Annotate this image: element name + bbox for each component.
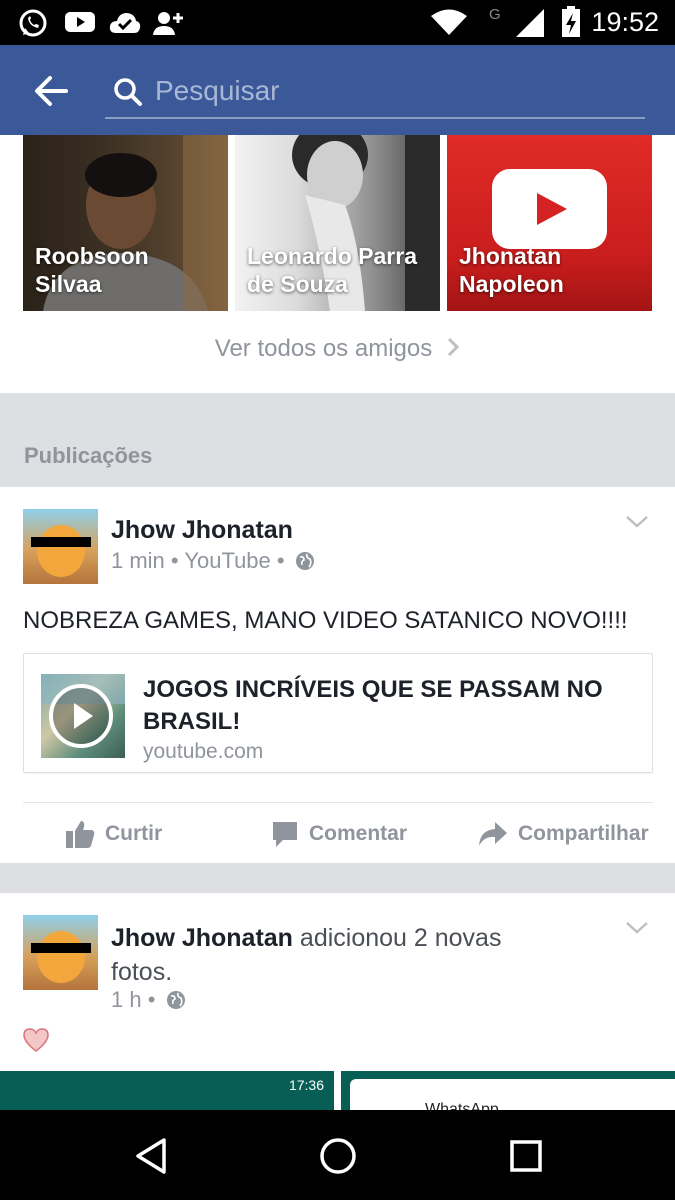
navigation-bar (0, 1110, 675, 1200)
photo-dialog: WhatsApp (350, 1079, 675, 1110)
friend-tile[interactable]: Jhonatan Napoleon (447, 135, 652, 311)
like-button[interactable]: Curtir (65, 818, 162, 850)
nav-home-icon[interactable] (316, 1134, 360, 1178)
back-arrow-icon (35, 76, 68, 106)
wifi-icon (431, 9, 467, 35)
clock: 19:52 (591, 7, 659, 37)
video-thumbnail (41, 674, 125, 758)
section-title: Publicações (24, 443, 153, 468)
add-person-icon (153, 12, 183, 35)
back-button[interactable] (30, 71, 74, 111)
post-options-chevron-icon[interactable] (625, 921, 649, 935)
post-header: Jhow Jhonatan adicionou 2 novas fotos. (111, 921, 551, 989)
photo-app-label: WhatsApp (425, 1101, 499, 1110)
post-photo[interactable]: WhatsApp (341, 1071, 675, 1110)
thumbs-up-icon (66, 821, 95, 848)
avatar-face (37, 525, 85, 577)
friend-tile[interactable]: Roobsoon Silvaa (23, 135, 228, 311)
see-all-friends-label: Ver todos os amigos (214, 335, 433, 362)
chevron-right-icon (448, 337, 460, 357)
feed-separator (0, 863, 675, 893)
friends-section: Roobsoon Silvaa Leonardo Parra de Souza … (0, 135, 675, 393)
search-input[interactable] (155, 71, 635, 111)
signal-icon (516, 9, 544, 37)
play-icon (41, 674, 125, 748)
friend-name: Roobsoon Silvaa (35, 243, 149, 297)
search-app-bar (0, 45, 675, 135)
photo-status-time: 17:36 (288, 1077, 324, 1093)
post-options-chevron-icon[interactable] (625, 515, 649, 529)
comment-label: Comentar (309, 822, 408, 845)
nav-recents-icon[interactable] (504, 1134, 548, 1178)
avatar[interactable] (23, 509, 98, 584)
share-arrow-icon (479, 822, 507, 846)
post-author[interactable]: Jhow Jhonatan (111, 924, 293, 952)
posts-section-header: Publicações (0, 393, 675, 487)
share-button[interactable]: Compartilhar (478, 818, 649, 850)
post-card: Jhow Jhonatan adicionou 2 novas fotos. 1… (0, 893, 675, 1110)
comment-button[interactable]: Comentar (271, 818, 407, 850)
like-label: Curtir (105, 822, 163, 845)
search-bar (105, 67, 645, 119)
see-all-friends-link[interactable]: Ver todos os amigos (0, 335, 675, 363)
post-text: NOBREZA GAMES, MANO VIDEO SATANICO NOVO!… (23, 607, 628, 634)
post-meta: 1 h • (111, 987, 186, 1013)
whatsapp-icon (19, 9, 47, 37)
globe-icon (295, 552, 314, 570)
avatar[interactable] (23, 915, 98, 990)
link-preview-card[interactable]: JOGOS INCRÍVEIS QUE SE PASSAM NO BRASIL!… (23, 653, 653, 773)
post-card: Jhow Jhonatan 1 min • YouTube • NOBREZA … (0, 487, 675, 863)
search-icon (114, 78, 142, 106)
youtube-icon (65, 12, 95, 32)
post-photo[interactable]: 17:36 (0, 1071, 334, 1110)
link-title: JOGOS INCRÍVEIS QUE SE PASSAM NO BRASIL! (143, 676, 603, 735)
post-time: 1 h • (111, 987, 156, 1012)
divider (23, 802, 653, 803)
post-meta: 1 min • YouTube • (111, 548, 315, 574)
battery-charging-icon (562, 6, 580, 37)
avatar-glasses (31, 943, 91, 953)
link-domain: youtube.com (143, 740, 264, 763)
post-author[interactable]: Jhow Jhonatan (111, 516, 293, 545)
friend-tile[interactable]: Leonardo Parra de Souza (235, 135, 440, 311)
avatar-face (37, 931, 85, 983)
network-type-label: G (489, 6, 501, 23)
cloud-check-icon (109, 13, 141, 33)
share-label: Compartilhar (518, 822, 649, 845)
comment-icon (273, 822, 297, 847)
post-time-source: 1 min • YouTube • (111, 548, 285, 573)
status-bar: G 19:52 (0, 0, 675, 45)
nav-back-icon[interactable] (130, 1134, 174, 1178)
heart-icon[interactable] (22, 1027, 50, 1053)
friend-name: Leonardo Parra de Souza (247, 243, 417, 297)
globe-icon (166, 991, 185, 1009)
avatar-glasses (31, 537, 91, 547)
friend-name: Jhonatan Napoleon (459, 243, 564, 297)
